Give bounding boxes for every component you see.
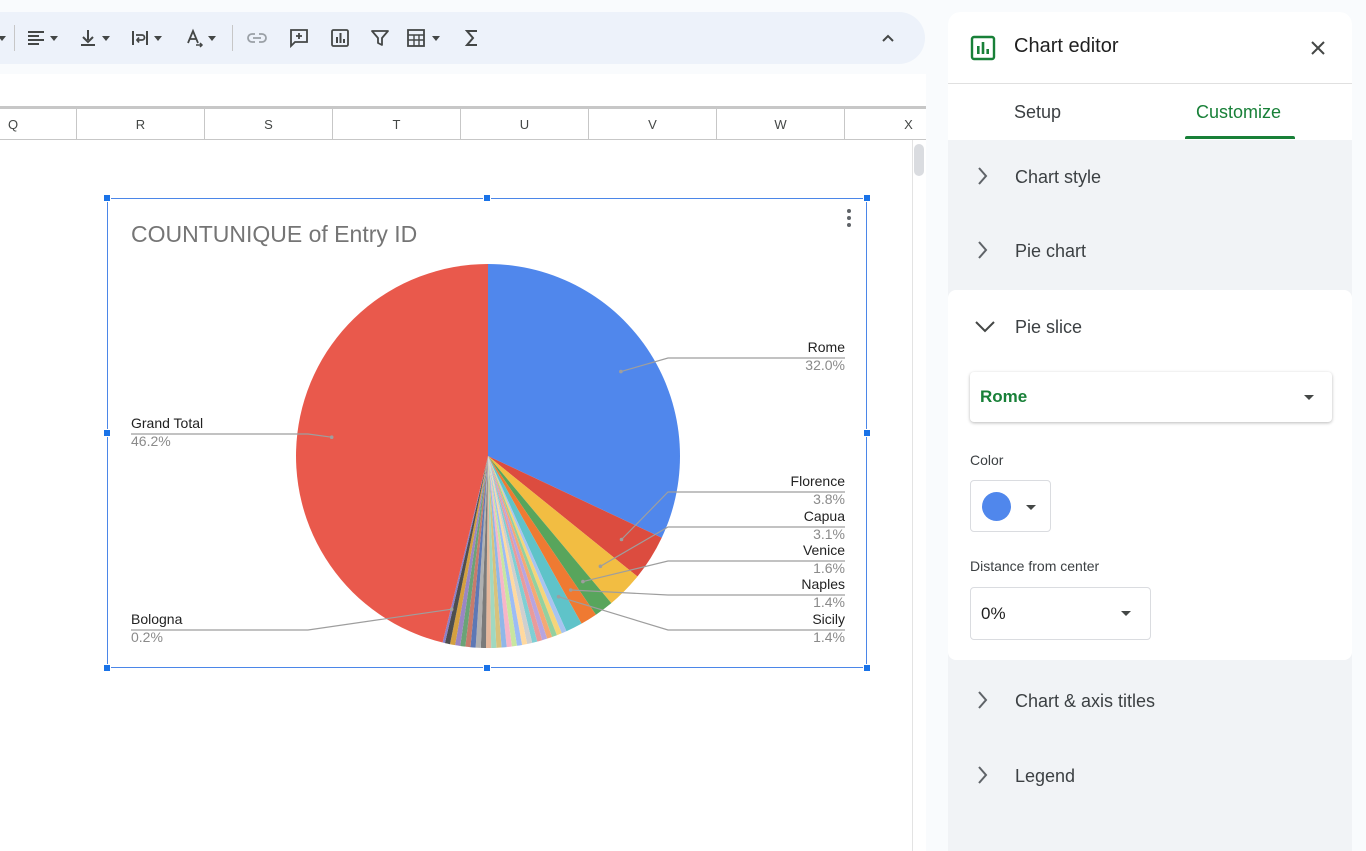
slice-label-value: 1.4% [813,594,845,610]
section-label: Chart style [1015,166,1102,187]
text-rotation-icon[interactable] [184,25,216,51]
slice-label-name: Naples [801,576,845,592]
resize-handle[interactable] [483,664,491,672]
dropdown-arrow-icon [1121,611,1131,616]
align-left-icon[interactable] [26,25,58,51]
link-icon[interactable] [246,25,268,51]
slice-label-value: 3.1% [813,526,845,542]
comment-icon[interactable] [288,25,310,51]
editor-tabs: Setup Customize [948,84,1352,140]
slice-label-value: 1.4% [813,629,845,645]
slice-select-dropdown[interactable]: Rome [970,372,1332,422]
collapse-icon[interactable] [880,25,896,51]
chevron-down-icon [975,321,995,333]
slice-label-value: 46.2% [131,433,171,449]
text-wrap-icon[interactable] [130,25,162,51]
chevron-right-icon [978,766,988,784]
section-label: Pie chart [1015,240,1087,261]
column-header[interactable]: R [77,109,205,139]
slice-label-name: Grand Total [131,415,203,431]
pie-chart[interactable]: COUNTUNIQUE of Entry ID Rome 32.0% Florenc… [107,198,867,668]
filter-icon[interactable] [370,25,390,51]
color-label: Color [970,452,1004,468]
valign-bottom-icon[interactable] [78,25,110,51]
chart-editor-icon [970,35,996,61]
chart-editor-card: Chart editor Setup Customize Chart style… [948,12,1352,851]
sum-icon[interactable] [464,25,480,51]
chevron-right-icon [978,241,988,259]
resize-handle[interactable] [483,194,491,202]
pie-slice-header[interactable]: Pie slice [948,290,1352,364]
app-window: Q R S T U V W X COUNTUNIQUE of Entry ID … [0,0,1366,851]
column-header[interactable]: U [461,109,589,139]
slice-label-name: Venice [803,542,845,558]
slice-label-name: Florence [791,473,846,489]
dropdown-arrow-icon [1304,395,1314,400]
resize-handle[interactable] [103,429,111,437]
scrollbar-thumb[interactable] [914,144,924,176]
chevron-right-icon [978,691,988,709]
section-label: Chart & axis titles [1015,690,1156,711]
chart-more-options-icon[interactable] [842,206,856,230]
slice-label-value: 1.6% [813,560,845,576]
chart-title[interactable]: COUNTUNIQUE of Entry ID [131,221,417,247]
resize-handle[interactable] [863,429,871,437]
formula-bar[interactable] [0,74,926,106]
section-pie-chart[interactable]: Pie chart [948,214,1352,288]
resize-handle[interactable] [863,194,871,202]
distance-label: Distance from center [970,558,1100,574]
slice-label-name: Rome [808,339,846,355]
section-chart-axis-titles[interactable]: Chart & axis titles [948,664,1352,738]
slice-label-name: Capua [804,508,845,524]
pie-slices [296,264,681,648]
color-picker-button[interactable] [970,480,1051,532]
distance-value: 0% [981,604,1006,623]
section-pie-slice: Pie slice Rome Color Distance from cente… [948,290,1352,660]
close-icon[interactable] [1306,36,1330,60]
column-header[interactable]: T [333,109,461,139]
chevron-right-icon [978,167,988,185]
functions-table-icon[interactable] [406,25,440,51]
section-label: Pie slice [1015,316,1083,337]
toolbar [0,12,925,64]
chart-editor-panel: Chart editor Setup Customize Chart style… [926,0,1366,851]
panel-title: Chart editor [1014,35,1119,57]
toolbar-divider [14,25,15,51]
panel-header: Chart editor [948,12,1352,84]
column-header[interactable]: S [205,109,333,139]
resize-handle[interactable] [103,664,111,672]
slice-label-name: Sicily [812,611,845,627]
spreadsheet-area: Q R S T U V W X COUNTUNIQUE of Entry ID … [0,0,926,851]
column-header[interactable]: W [717,109,845,139]
slice-label-value: 3.8% [813,491,845,507]
active-tab-indicator [1185,136,1295,139]
slice-label-value: 32.0% [805,357,845,373]
dropdown-arrow-icon [1026,505,1036,510]
distance-from-center-dropdown[interactable]: 0% [970,587,1151,640]
color-swatch [982,492,1011,521]
column-header-row: Q R S T U V W X [0,106,926,140]
tab-setup[interactable]: Setup [1014,102,1061,123]
section-chart-style[interactable]: Chart style [948,140,1352,214]
toolbar-divider [232,25,233,51]
slice-select-value: Rome [980,387,1028,406]
chevron-down-icon[interactable] [0,25,6,51]
chart-icon[interactable] [330,25,350,51]
slice-label-value: 0.2% [131,629,163,645]
resize-handle[interactable] [103,194,111,202]
resize-handle[interactable] [863,664,871,672]
section-legend[interactable]: Legend [948,739,1352,813]
vertical-scrollbar[interactable] [912,140,926,851]
section-label: Legend [1015,765,1076,786]
tab-customize[interactable]: Customize [1196,102,1281,123]
column-header[interactable]: Q [0,109,77,139]
chart-canvas: COUNTUNIQUE of Entry ID Rome 32.0% Florenc… [131,221,846,648]
slice-label-name: Bologna [131,611,183,627]
column-header[interactable]: V [589,109,717,139]
column-header[interactable]: X [845,109,926,139]
